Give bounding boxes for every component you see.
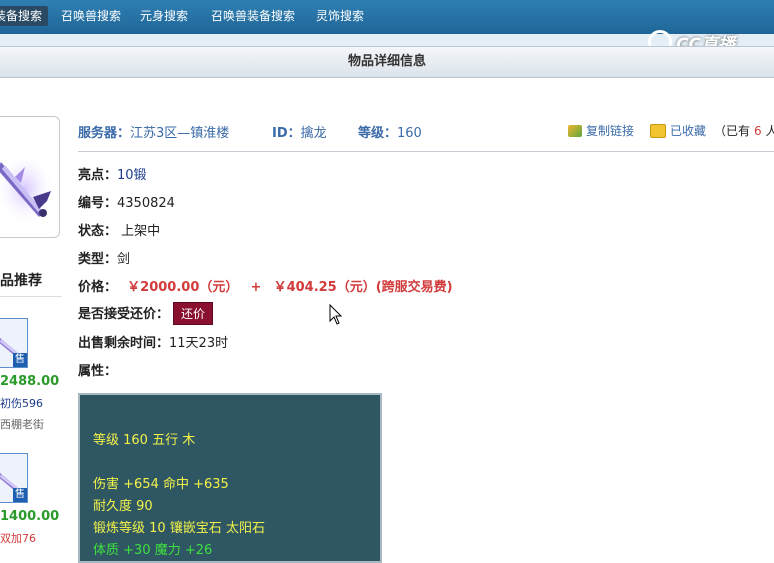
favorite-label: 已收藏 (670, 124, 707, 138)
sword-icon (0, 151, 55, 227)
server-value: 江苏3区—镇淮楼 (130, 126, 230, 141)
sell-badge: 售 (13, 353, 27, 367)
favorite-count: （已有6人收 (714, 123, 774, 139)
tab-yuanshen-search[interactable]: 元身搜索 (140, 6, 188, 26)
recommend-title: 品推荐 (0, 273, 42, 289)
serial-row: 编号：4350824 (78, 196, 175, 211)
recommend-location: 西棚老街 (0, 418, 44, 431)
attr-forge-gem: 锻炼等级 10 镶嵌宝石 太阳石 (93, 521, 265, 536)
recommend-item-image[interactable]: 售 (0, 453, 28, 503)
type-row: 类型：剑 (78, 252, 131, 267)
attr-bonus-stats: 体质 +30 魔力 +26 (93, 543, 213, 558)
time-value: 11天23时 (169, 336, 229, 351)
page-title: 物品详细信息 (0, 46, 774, 78)
id-value: 擒龙 (300, 126, 327, 141)
price-main: ￥2000.00（元） (127, 280, 239, 295)
haggle-row: 是否接受还价： 还价 (78, 302, 214, 325)
recommend-price: 1400.00 (0, 509, 60, 524)
recommend-price: 2488.00 (0, 374, 60, 389)
attributes-panel: 等级 160 五行 木 伤害 +654 命中 +635 耐久度 90 锻炼等级 … (78, 393, 382, 563)
server-info: 服务器：江苏3区—镇淮楼 (78, 122, 229, 141)
id-info: ID：擒龙 (272, 122, 327, 141)
price-plus: + (250, 280, 262, 295)
tab-pet-equipment-search[interactable]: 召唤兽装备搜索 (211, 6, 295, 26)
recommend-divider (0, 296, 62, 297)
copy-link-icon (568, 124, 582, 137)
favorite-folder-icon (650, 123, 666, 138)
item-image (0, 116, 60, 238)
level-value: 160 (397, 126, 422, 141)
attr-durability: 耐久度 90 (93, 499, 153, 514)
level-label: 等级： (358, 126, 398, 141)
highlight-value: 10锻 (117, 168, 147, 183)
attr-damage-hit: 伤害 +654 命中 +635 (93, 477, 229, 492)
price-row: 价格： ￥2000.00（元） + ￥404.25（元）(跨服交易费) (78, 280, 453, 295)
tab-accessory-search[interactable]: 灵饰搜索 (316, 6, 364, 26)
price-fee: ￥404.25（元）(跨服交易费) (273, 280, 453, 295)
time-row: 出售剩余时间：11天23时 (78, 336, 229, 351)
attributes-row: 属性： (78, 364, 118, 379)
attr-level-element: 等级 160 五行 木 (93, 433, 196, 448)
tab-equipment-search[interactable]: 装备搜索 (0, 6, 49, 26)
status-row: 状态： 上架中 (78, 224, 161, 239)
level-info: 等级：160 (358, 122, 422, 141)
tab-pet-search[interactable]: 召唤兽搜索 (61, 6, 121, 26)
recommend-item-image[interactable]: 售 (0, 318, 28, 368)
haggle-button[interactable]: 还价 (173, 302, 214, 325)
header-divider (78, 151, 774, 152)
recommend-desc: 双加76 (0, 532, 36, 545)
sell-badge: 售 (13, 488, 27, 502)
serial-value: 4350824 (117, 196, 175, 211)
copy-link-button[interactable]: 复制链接 (568, 122, 634, 139)
highlight-row: 亮点：10锻 (78, 168, 147, 183)
id-label: ID： (272, 126, 301, 141)
favorite-button[interactable]: 已收藏 (650, 122, 706, 139)
copy-link-label: 复制链接 (586, 124, 635, 138)
mouse-cursor-icon (329, 304, 343, 325)
type-value: 剑 (117, 252, 131, 267)
recommend-desc: 初伤596 (0, 397, 43, 410)
status-value: 上架中 (121, 224, 161, 239)
server-label: 服务器： (78, 126, 131, 141)
